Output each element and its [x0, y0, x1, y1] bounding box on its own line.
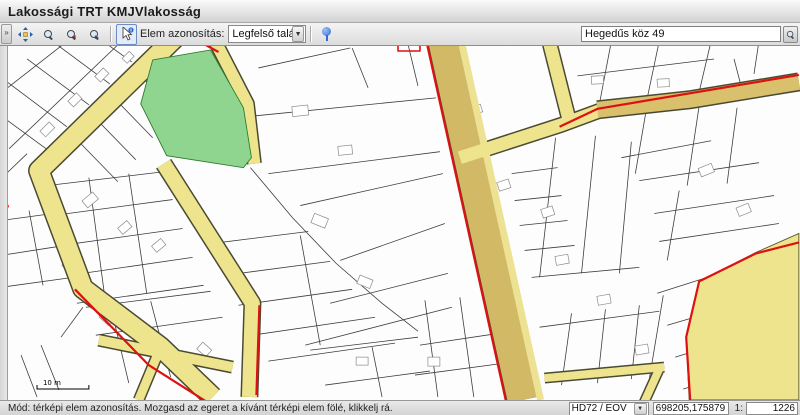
- toolbar-separator: [110, 26, 111, 42]
- toolbar: » ◂ ▸ i Elem azonosítás: L: [0, 23, 800, 46]
- page-title: Lakossági TRT KMJVlakosság: [0, 4, 201, 19]
- previous-extent-button[interactable]: ◂: [61, 24, 82, 45]
- search-icon: [787, 30, 794, 37]
- search-input[interactable]: [581, 26, 781, 42]
- pan-icon: [18, 27, 33, 42]
- gis-application: Lakossági TRT KMJVlakosság » ◂ ▸ i: [0, 0, 800, 415]
- title-bar: Lakossági TRT KMJVlakosság: [0, 0, 800, 23]
- chevron-down-icon: ▼: [292, 26, 305, 42]
- map-canvas[interactable]: 10 m 09/18414609/3114609/3009/19814609/2…: [0, 46, 800, 400]
- projection-select[interactable]: HD72 / EOV ▼: [569, 402, 649, 415]
- previous-extent-icon: ◂: [67, 30, 76, 39]
- collapsed-west-panel[interactable]: [0, 46, 8, 400]
- street-gyalog-koz: [686, 233, 799, 400]
- marker-pin-icon: [321, 27, 332, 42]
- next-extent-button[interactable]: ▸: [84, 24, 105, 45]
- mode-status-text: Mód: térképi elem azonosítás. Mozgasd az…: [0, 403, 393, 414]
- identify-mode-select[interactable]: Legfelső találat ▼: [228, 25, 306, 43]
- toolbar-separator: [310, 26, 311, 42]
- svg-text:10 m: 10 m: [43, 379, 61, 387]
- next-extent-icon: ▸: [90, 30, 99, 39]
- scale-input[interactable]: [746, 402, 798, 415]
- search-button[interactable]: [783, 26, 798, 43]
- zoom-window-icon: [44, 30, 53, 39]
- pan-button[interactable]: [15, 24, 36, 45]
- status-bar: Mód: térképi elem azonosítás. Mozgasd az…: [0, 400, 800, 415]
- zoom-window-button[interactable]: [38, 24, 59, 45]
- identify-tool-button[interactable]: i: [116, 24, 137, 45]
- identify-mode-label: Elem azonosítás:: [140, 28, 224, 40]
- scale-prefix-label: 1:: [735, 403, 743, 414]
- identify-icon: i: [120, 27, 134, 42]
- chevron-down-icon: ▼: [634, 403, 647, 415]
- collapse-panel-button[interactable]: »: [1, 24, 12, 44]
- marker-button[interactable]: [316, 24, 337, 45]
- map-scalebar: 10 m: [37, 379, 89, 389]
- coordinates-display[interactable]: [653, 402, 729, 415]
- search-area: [581, 26, 798, 43]
